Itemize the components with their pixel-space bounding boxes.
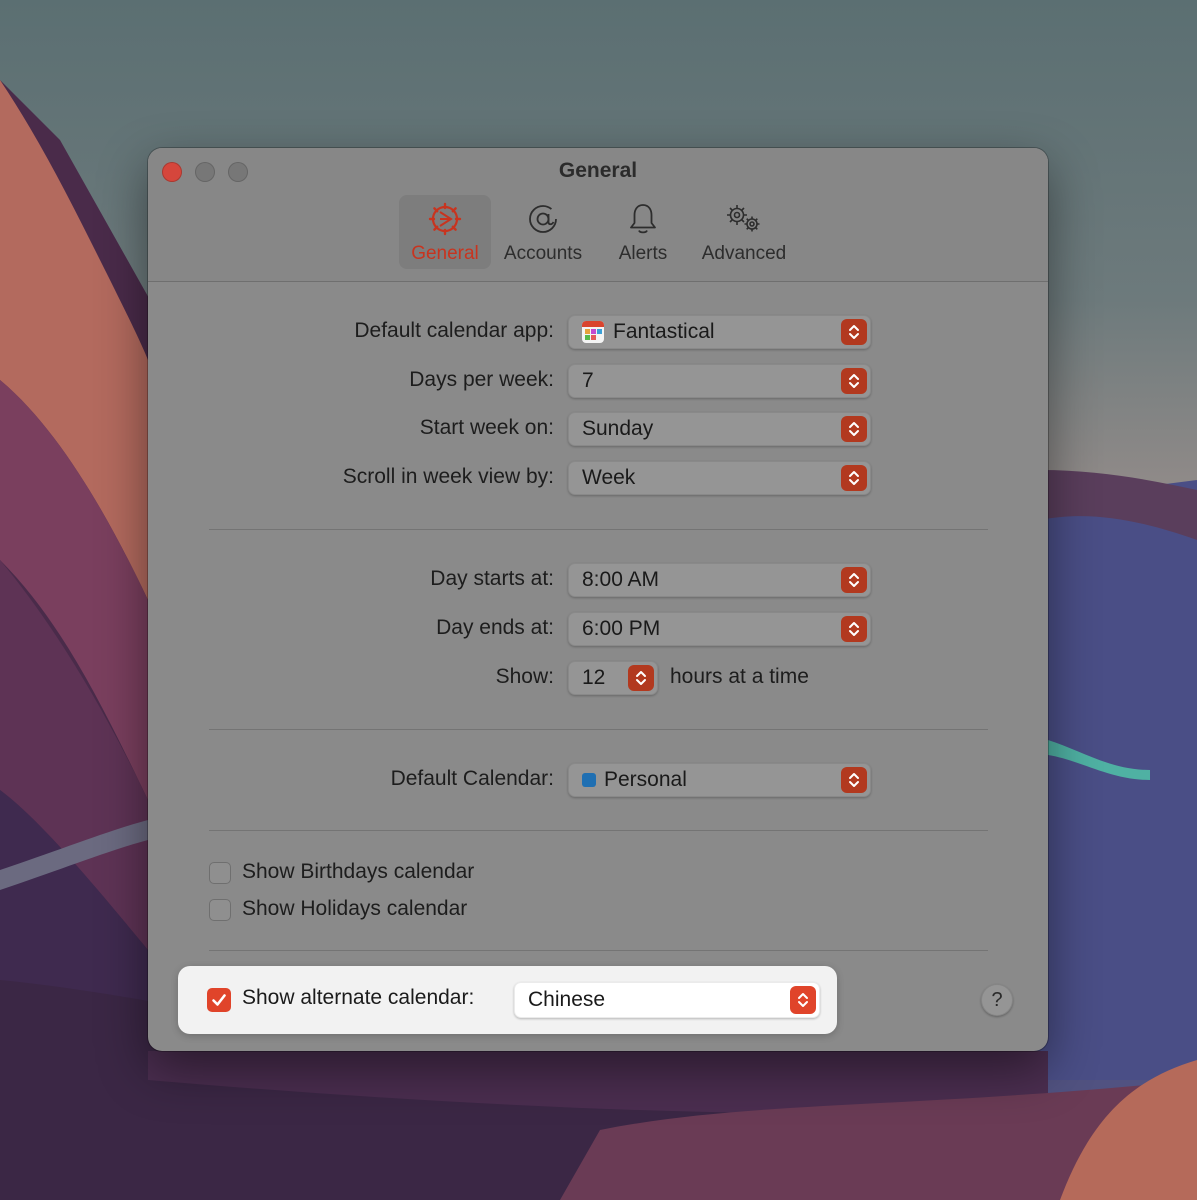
days-per-week-value: 7 [582, 369, 594, 392]
popup-arrows-icon [841, 567, 867, 593]
default-calendar-value: Personal [604, 768, 687, 791]
popup-arrows-icon [841, 767, 867, 793]
default-app-popup[interactable]: Fantastical [568, 315, 871, 349]
popup-arrows-icon [841, 416, 867, 442]
holidays-label: Show Holidays calendar [242, 897, 468, 920]
alternate-calendar-label: Show alternate calendar: [242, 986, 475, 1009]
section-divider [209, 830, 988, 831]
birthdays-checkbox[interactable] [209, 862, 231, 884]
days-per-week-label: Days per week: [409, 368, 554, 391]
popup-arrows-icon [841, 319, 867, 345]
popup-arrows-icon [841, 616, 867, 642]
alternate-calendar-highlight: Show alternate calendar: Chinese [178, 966, 837, 1034]
day-ends-label: Day ends at: [436, 616, 554, 639]
gears-icon [724, 199, 764, 239]
tab-advanced[interactable]: Advanced [696, 195, 792, 269]
day-starts-popup[interactable]: 8:00 AM [568, 563, 871, 597]
day-ends-popup[interactable]: 6:00 PM [568, 612, 871, 646]
show-hours-popup[interactable]: 12 [568, 661, 658, 695]
tab-advanced-label: Advanced [701, 243, 787, 264]
start-week-value: Sunday [582, 417, 654, 440]
default-app-label: Default calendar app: [354, 319, 554, 342]
calendar-color-swatch [582, 773, 596, 787]
preferences-window: General General Accounts Alerts Advanced… [148, 148, 1048, 1051]
day-starts-value: 8:00 AM [582, 568, 660, 591]
start-week-popup[interactable]: Sunday [568, 412, 871, 446]
scroll-week-label: Scroll in week view by: [342, 465, 554, 488]
show-hours-label: Show: [495, 665, 554, 688]
default-calendar-popup[interactable]: Personal [568, 763, 871, 797]
alternate-calendar-checkbox[interactable] [207, 988, 231, 1012]
tab-alerts[interactable]: Alerts [603, 195, 683, 269]
tab-alerts-label: Alerts [618, 243, 668, 264]
tab-accounts[interactable]: Accounts [498, 195, 588, 269]
days-per-week-popup[interactable]: 7 [568, 364, 871, 398]
tab-general[interactable]: General [399, 195, 491, 269]
start-week-label: Start week on: [419, 416, 554, 439]
tab-general-label: General [411, 243, 479, 264]
day-ends-value: 6:00 PM [582, 617, 661, 640]
title-bar: General General Accounts Alerts Advanced [148, 148, 1048, 282]
popup-arrows-icon [841, 368, 867, 394]
gear-wheel-icon [428, 199, 462, 239]
section-divider [209, 529, 988, 530]
show-hours-suffix: hours at a time [670, 665, 809, 688]
scroll-week-value: Week [582, 466, 636, 489]
show-hours-value: 12 [582, 666, 606, 689]
checkmark-icon [212, 994, 226, 1006]
at-sign-icon [526, 199, 560, 239]
popup-arrows-icon [628, 665, 654, 691]
fantastical-app-icon [582, 321, 604, 343]
section-divider [209, 950, 988, 951]
bell-icon [628, 199, 658, 239]
scroll-week-popup[interactable]: Week [568, 461, 871, 495]
birthdays-label: Show Birthdays calendar [242, 860, 475, 883]
section-divider [209, 729, 988, 730]
tab-accounts-label: Accounts [503, 243, 583, 264]
holidays-checkbox[interactable] [209, 899, 231, 921]
day-starts-label: Day starts at: [430, 567, 554, 590]
help-button[interactable]: ? [981, 984, 1013, 1016]
default-calendar-label: Default Calendar: [390, 767, 554, 790]
popup-arrows-icon [790, 986, 816, 1014]
default-app-value: Fantastical [613, 320, 715, 343]
popup-arrows-icon [841, 465, 867, 491]
window-title: General [558, 159, 638, 182]
alternate-calendar-popup[interactable]: Chinese [514, 982, 820, 1018]
alternate-calendar-value: Chinese [528, 988, 606, 1011]
